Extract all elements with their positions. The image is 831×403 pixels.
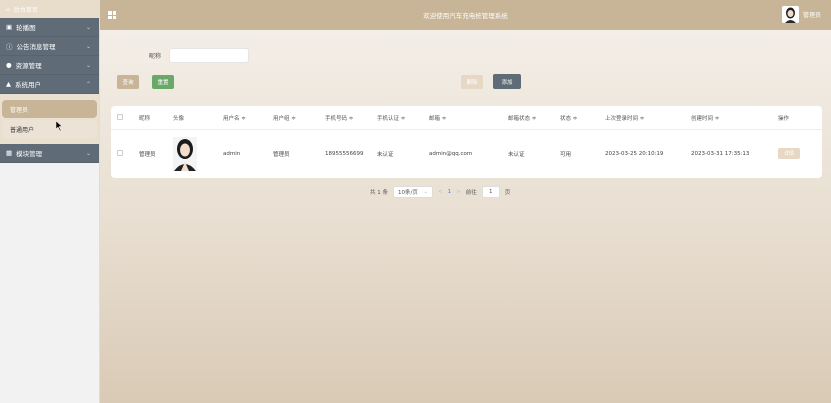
main-content: 昵称 查询 重置 删除 添加 昵称 头像 用户名 ≑ 用户组 ≑ 手机号码 ≑ … xyxy=(100,30,831,403)
sidebar-subitem-label: 普通用户 xyxy=(10,126,35,134)
prev-page-button[interactable]: < xyxy=(438,189,443,195)
reset-button[interactable]: 重置 xyxy=(152,75,174,89)
cell-email-status: 未认证 xyxy=(508,151,525,158)
top-bar: 欢迎使用汽车充电桩管理系统 管理员 xyxy=(100,0,831,30)
nickname-search-input[interactable] xyxy=(169,48,250,63)
cell-actions: 详情 xyxy=(772,148,812,159)
sidebar-home-label: 后台首页 xyxy=(13,6,38,14)
pagination: 共 1 条 10条/页 ⌄ < 1 > 前往 1 页 xyxy=(370,186,510,198)
next-page-button[interactable]: > xyxy=(456,189,461,195)
column-header[interactable]: 手机号码 ≑ xyxy=(319,114,371,122)
goto-label: 前往 xyxy=(465,190,477,196)
grid-icon: ▦ xyxy=(6,149,13,157)
image-icon: ▣ xyxy=(6,23,13,31)
user-table: 昵称 头像 用户名 ≑ 用户组 ≑ 手机号码 ≑ 手机认证 ≑ 邮箱 ≑ 邮箱状… xyxy=(111,106,822,178)
sidebar-subitem-admin[interactable]: 管理员 xyxy=(2,100,97,118)
chevron-up-icon: ⌃ xyxy=(85,80,91,88)
chevron-down-icon: ⌄ xyxy=(85,149,91,157)
user-menu[interactable]: 管理员 xyxy=(781,6,821,23)
column-header[interactable]: 创建时间 ≑ xyxy=(685,114,772,122)
mouse-cursor-icon xyxy=(56,121,63,131)
cell-avatar xyxy=(167,136,217,171)
query-button[interactable]: 查询 xyxy=(117,75,139,89)
chevron-down-icon: ⌄ xyxy=(85,23,91,31)
cell-nickname: 管理员 xyxy=(139,151,156,158)
sidebar-item-carousel[interactable]: ▣ 轮播图 ⌄ xyxy=(0,18,99,37)
column-header: 操作 xyxy=(778,115,790,122)
cell-created: 2023-03-31 17:35:13 xyxy=(691,150,750,157)
cell-phone-verified: 未认证 xyxy=(377,151,394,158)
sidebar-item-label: 资源管理 xyxy=(15,62,42,70)
column-header: 头像 xyxy=(173,115,185,122)
row-checkbox[interactable] xyxy=(111,149,133,158)
user-name: 管理员 xyxy=(802,12,821,19)
sidebar-item-label: 轮播图 xyxy=(16,24,36,32)
column-header[interactable]: 上次登录时间 ≑ xyxy=(599,114,685,122)
search-label: 昵称 xyxy=(149,53,162,60)
chevron-down-icon: ⌄ xyxy=(85,42,91,50)
info-circle-icon: ⓘ xyxy=(6,43,13,51)
column-header[interactable]: 状态 ≑ xyxy=(554,114,599,122)
cell-phone: 18955556699 xyxy=(325,150,364,157)
search-form: 昵称 xyxy=(149,48,250,63)
avatar xyxy=(781,6,799,23)
sidebar-item-label: 系统用户 xyxy=(15,81,41,89)
detail-button[interactable]: 详情 xyxy=(778,148,800,159)
add-button[interactable]: 添加 xyxy=(493,74,521,89)
user-icon: ▲ xyxy=(6,80,11,88)
sidebar-submenu: 管理员 普通用户 xyxy=(0,94,99,144)
chevron-down-icon: ⌄ xyxy=(85,61,91,69)
cell-group: 管理员 xyxy=(273,151,290,158)
column-header[interactable]: 用户名 ≑ xyxy=(217,114,267,122)
location-pin-icon: ● xyxy=(6,61,12,69)
select-all-checkbox[interactable] xyxy=(111,113,133,122)
page-unit-label: 页 xyxy=(504,190,511,196)
sidebar-item-notice[interactable]: ⓘ 公告消息管理 ⌄ xyxy=(0,37,99,56)
cell-username: admin xyxy=(223,150,241,157)
page-size-value: 10条/页 xyxy=(398,190,418,196)
sidebar-menu-bottom: ▦ 模块管理 ⌄ xyxy=(0,144,99,163)
cell-email: admin@qq.com xyxy=(429,150,473,157)
goto-page-input[interactable]: 1 xyxy=(481,186,500,198)
sidebar-item-system-users[interactable]: ▲ 系统用户 ⌃ xyxy=(0,75,99,94)
sidebar-item-resources[interactable]: ● 资源管理 ⌄ xyxy=(0,56,99,75)
chevron-down-icon: ⌄ xyxy=(423,189,428,195)
total-count: 共 1 条 xyxy=(370,190,388,196)
column-header: 昵称 xyxy=(139,115,151,122)
sidebar-menu: ▣ 轮播图 ⌄ ⓘ 公告消息管理 ⌄ ● 资源管理 ⌄ ▲ 系统用户 ⌃ xyxy=(0,18,99,94)
sidebar-home[interactable]: ⌂ 后台首页 xyxy=(0,0,99,18)
sidebar-subitem-normal-user[interactable]: 普通用户 xyxy=(2,120,97,138)
sidebar-item-label: 模块管理 xyxy=(16,150,43,158)
sidebar: ⌂ 后台首页 ▣ 轮播图 ⌄ ⓘ 公告消息管理 ⌄ ● 资源管理 ⌄ ▲ 系统用… xyxy=(0,0,100,403)
column-header[interactable]: 邮箱 ≑ xyxy=(423,114,502,122)
column-header[interactable]: 手机认证 ≑ xyxy=(371,114,423,122)
system-title: 欢迎使用汽车充电桩管理系统 xyxy=(423,12,508,20)
user-photo xyxy=(173,136,197,171)
table-header: 昵称 头像 用户名 ≑ 用户组 ≑ 手机号码 ≑ 手机认证 ≑ 邮箱 ≑ 邮箱状… xyxy=(111,106,822,130)
table-row: 管理员 admin 管理员 18955556699 未认证 admin@qq.c… xyxy=(111,130,822,177)
delete-button[interactable]: 删除 xyxy=(461,75,483,89)
column-header[interactable]: 邮箱状态 ≑ xyxy=(502,114,554,122)
sidebar-item-label: 公告消息管理 xyxy=(16,43,56,51)
home-icon: ⌂ xyxy=(6,5,10,13)
page-number-current[interactable]: 1 xyxy=(448,189,452,195)
cell-last-login: 2023-03-25 20:10:19 xyxy=(605,150,664,157)
page-size-select[interactable]: 10条/页 ⌄ xyxy=(393,186,433,198)
column-header[interactable]: 用户组 ≑ xyxy=(267,114,319,122)
sidebar-item-modules[interactable]: ▦ 模块管理 ⌄ xyxy=(0,144,99,163)
cell-status: 可用 xyxy=(560,151,572,158)
